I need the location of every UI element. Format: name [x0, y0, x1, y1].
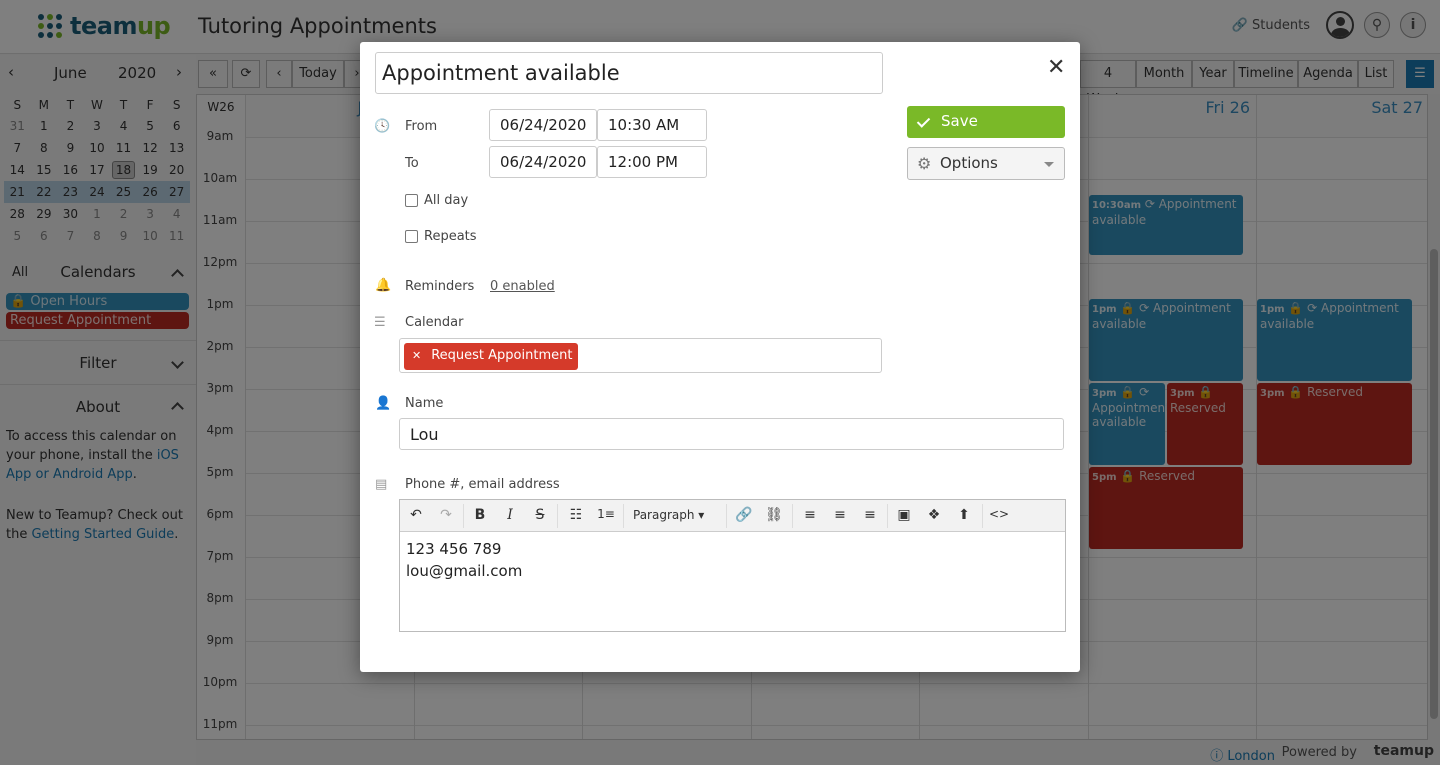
image-icon[interactable]: ▣: [894, 507, 914, 523]
contact-label: Phone #, email address: [405, 477, 560, 492]
name-label: Name: [405, 396, 444, 411]
link-icon[interactable]: 🔗: [734, 507, 754, 523]
bold-icon[interactable]: B: [470, 507, 490, 523]
gear-icon: ⚙: [917, 154, 932, 173]
to-date-input[interactable]: 06/24/2020: [489, 146, 597, 178]
paragraph-format-select[interactable]: Paragraph ▾: [633, 508, 704, 522]
from-label: From: [405, 119, 438, 134]
numbered-list-icon[interactable]: 1≡: [596, 507, 616, 521]
notes-icon: ▤: [375, 477, 388, 492]
save-button[interactable]: Save: [907, 106, 1065, 138]
editor-line: 123 456 789: [406, 540, 502, 558]
reminders-label: Reminders: [405, 279, 475, 294]
redo-icon[interactable]: ↷: [436, 507, 456, 523]
event-editor-dialog: Appointment available ✕ 🕓 From 06/24/202…: [360, 42, 1080, 672]
editor-line: lou@gmail.com: [406, 562, 523, 580]
dropbox-icon[interactable]: ❖: [924, 507, 944, 523]
calendar-tag-request-appointment: ✕ Request Appointment: [404, 343, 579, 370]
code-view-icon[interactable]: <>: [989, 507, 1009, 521]
to-time-input[interactable]: 12:00 PM: [597, 146, 707, 178]
reminders-link[interactable]: 0 enabled: [490, 279, 555, 294]
person-icon: 👤: [375, 396, 392, 411]
upload-icon[interactable]: ⬆: [954, 507, 974, 523]
caret-down-icon: [1044, 162, 1054, 167]
strikethrough-icon[interactable]: S: [530, 507, 550, 523]
list-icon: ☰: [374, 315, 386, 330]
undo-icon[interactable]: ↶: [406, 507, 426, 523]
options-button[interactable]: ⚙ Options: [907, 147, 1065, 180]
align-center-icon[interactable]: ≡: [830, 507, 850, 523]
rich-text-editor[interactable]: ↶ ↷ B I S ☷ 1≡ Paragraph ▾ 🔗 ⛓ ≡ ≡ ≡ ▣ ❖…: [399, 499, 1066, 632]
bell-icon: 🔔: [375, 278, 392, 293]
repeats-label: Repeats: [424, 229, 477, 244]
from-date-input[interactable]: 06/24/2020: [489, 109, 597, 141]
to-label: To: [405, 156, 419, 171]
editor-content[interactable]: 123 456 789 lou@gmail.com: [400, 532, 1065, 588]
remove-tag-icon[interactable]: ✕: [412, 349, 421, 362]
align-right-icon[interactable]: ≡: [860, 507, 880, 523]
calendar-select[interactable]: ✕ Request Appointment: [399, 338, 882, 373]
from-time-input[interactable]: 10:30 AM: [597, 109, 707, 141]
italic-icon[interactable]: I: [500, 507, 520, 523]
name-input[interactable]: Lou: [399, 418, 1064, 450]
all-day-checkbox[interactable]: [405, 194, 418, 207]
close-icon[interactable]: ✕: [1047, 55, 1065, 80]
clock-icon: 🕓: [374, 119, 391, 134]
all-day-label: All day: [424, 193, 469, 208]
editor-toolbar: ↶ ↷ B I S ☷ 1≡ Paragraph ▾ 🔗 ⛓ ≡ ≡ ≡ ▣ ❖…: [400, 500, 1065, 532]
calendar-label: Calendar: [405, 315, 464, 330]
bullet-list-icon[interactable]: ☷: [566, 507, 586, 523]
align-left-icon[interactable]: ≡: [800, 507, 820, 523]
unlink-icon[interactable]: ⛓: [764, 507, 784, 523]
repeats-checkbox[interactable]: [405, 230, 418, 243]
event-title-input[interactable]: Appointment available: [375, 52, 883, 94]
